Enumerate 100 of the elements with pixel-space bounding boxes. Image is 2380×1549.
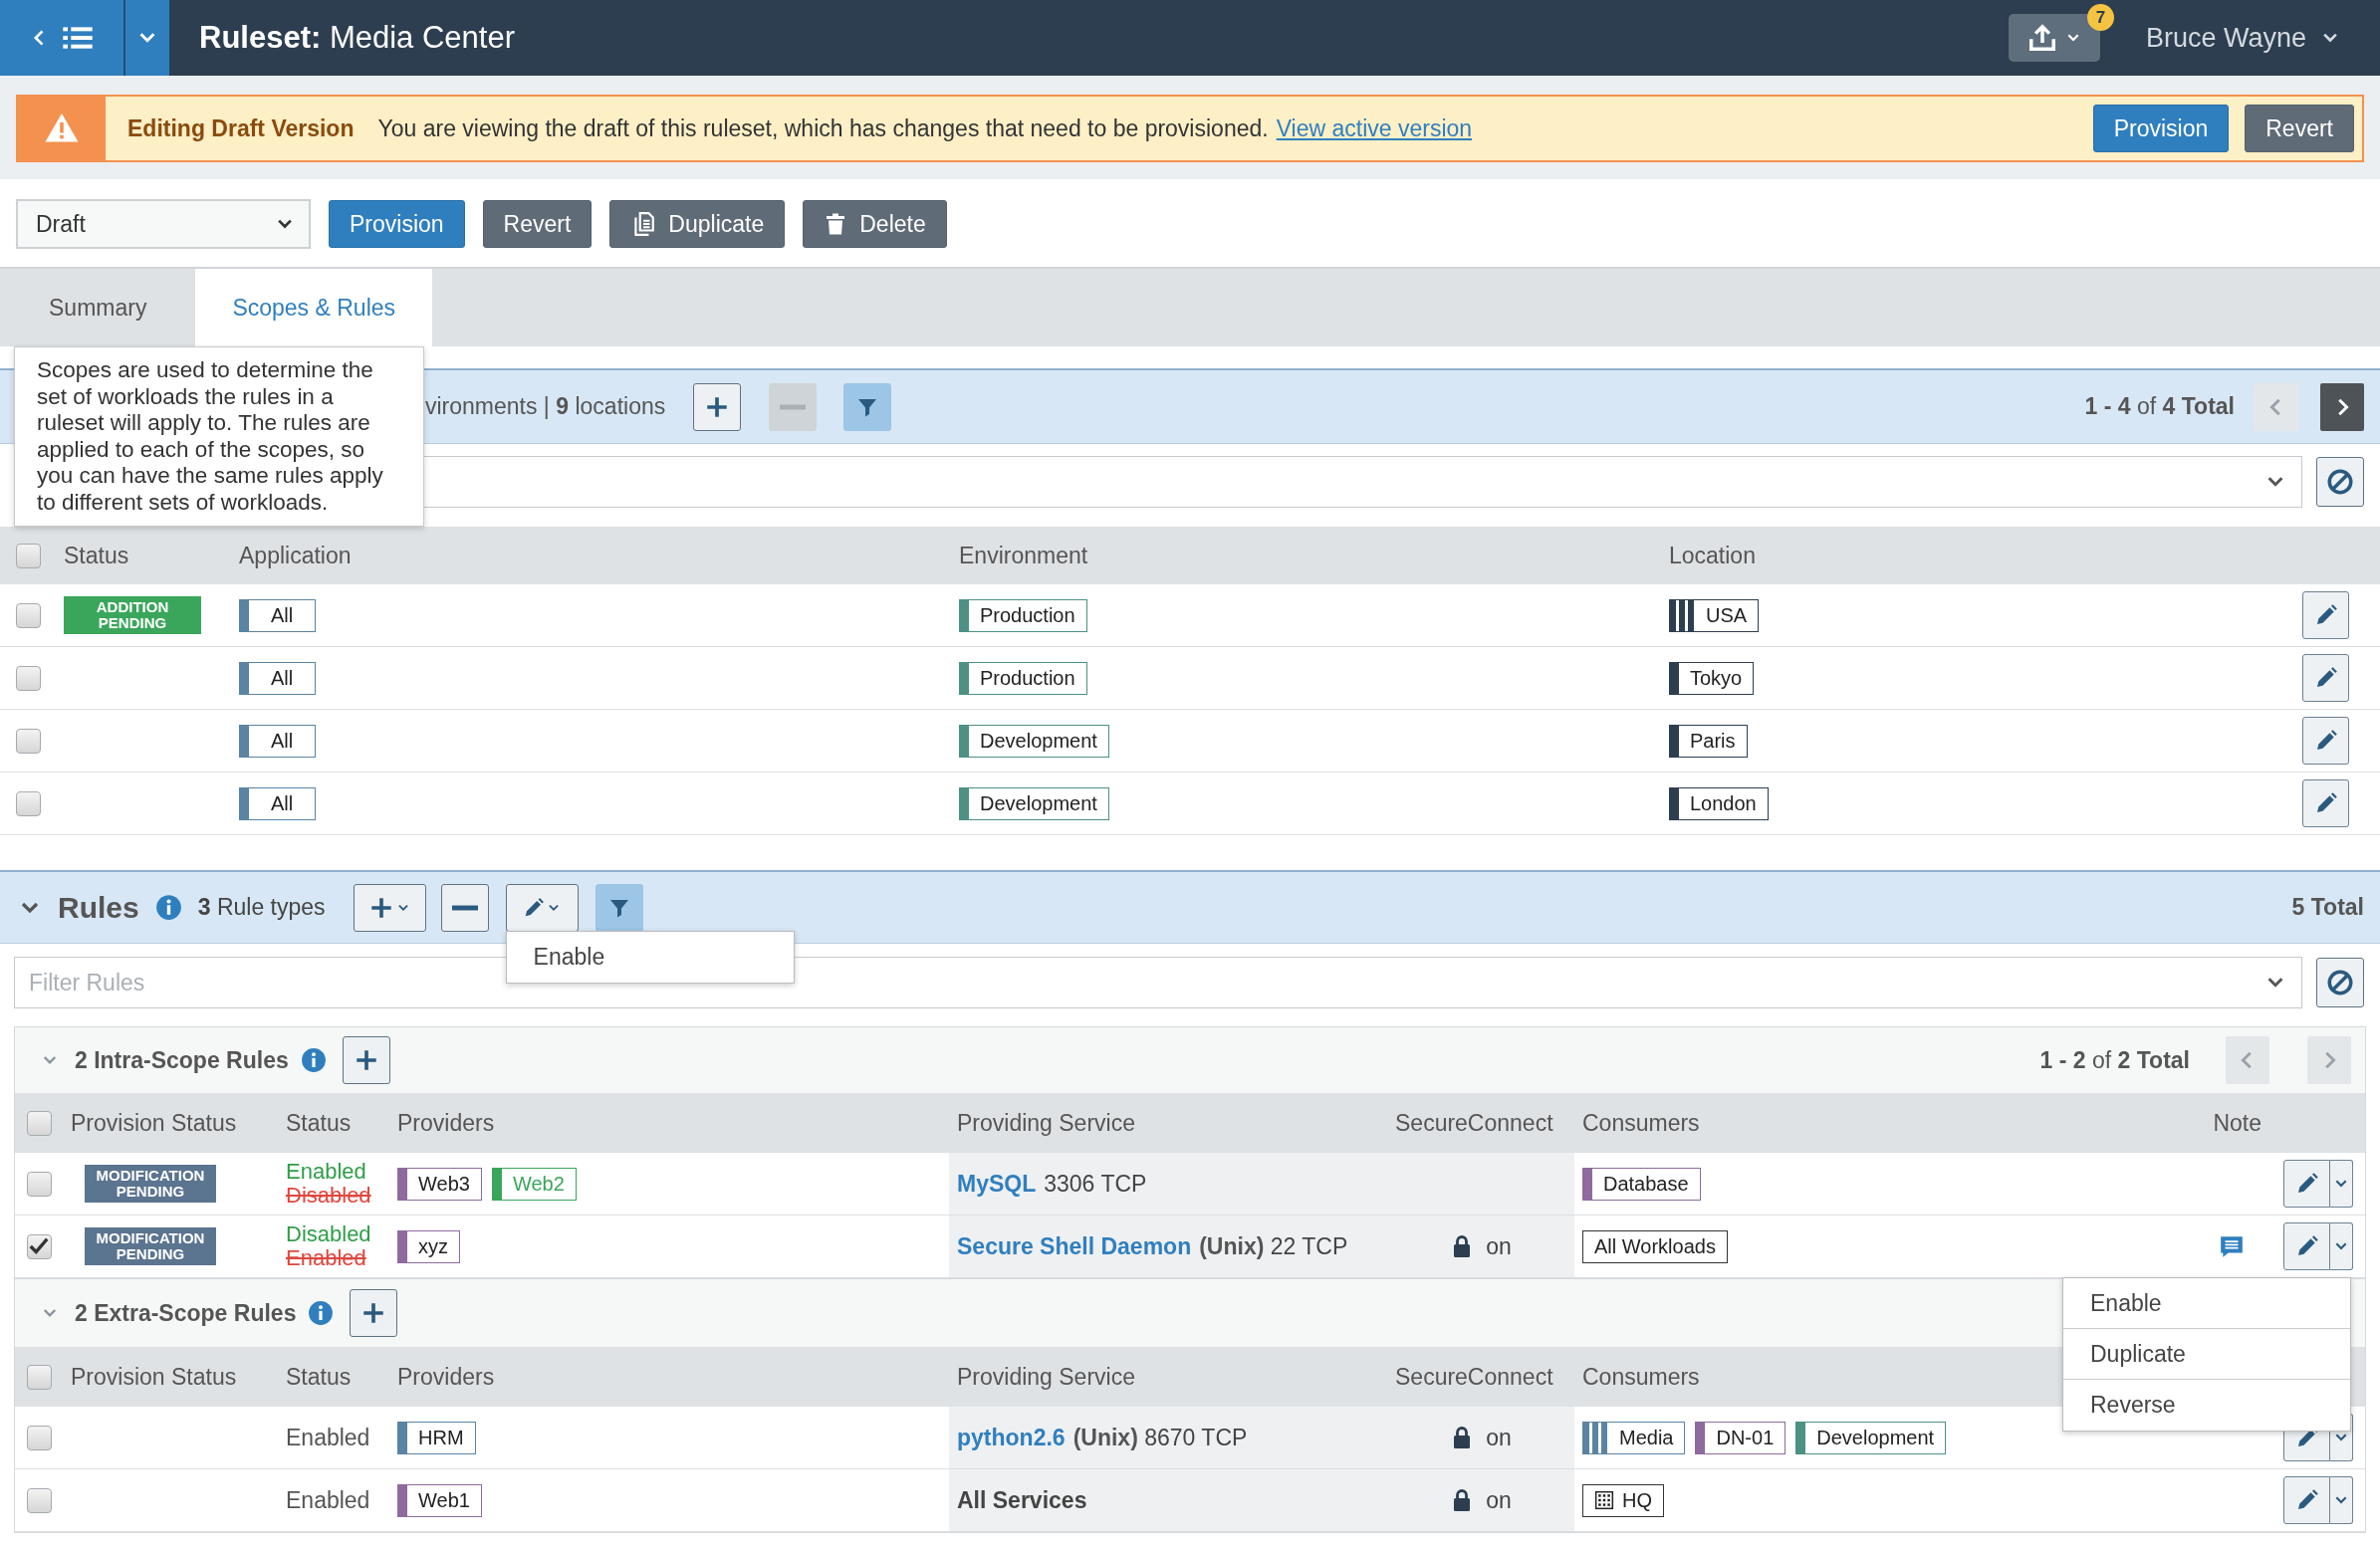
column-header: Providing Service — [957, 1108, 1135, 1138]
filter-button[interactable] — [843, 382, 892, 431]
provider-tag: Web3 — [397, 1167, 482, 1201]
pagination-count: 1 - 2 of 2 Total — [2039, 1045, 2190, 1075]
tab[interactable]: Scopes & Rules — [195, 269, 433, 346]
environment-tag: Development — [959, 786, 1109, 820]
column-header: Note — [2213, 1108, 2261, 1138]
add-menu-button[interactable] — [353, 883, 426, 932]
user-menu[interactable]: Bruce Wayne — [2139, 16, 2346, 60]
status-badge: MODIFICATION PENDING — [85, 1227, 216, 1265]
menu-item[interactable]: Enable — [2063, 1278, 2350, 1329]
version-select[interactable]: Draft — [16, 199, 311, 249]
add-button[interactable] — [350, 1289, 398, 1337]
pencil-icon — [523, 896, 546, 919]
location-tag: USA — [1669, 598, 1760, 632]
rule-types-summary: 3 Rule types — [197, 893, 326, 923]
service-port: 3306 TCP — [1044, 1169, 1147, 1199]
checkbox[interactable] — [26, 1110, 52, 1136]
next-page-button[interactable] — [2320, 382, 2364, 431]
section-title: Rules — [58, 890, 139, 926]
actions-dropdown-button[interactable] — [2330, 1476, 2353, 1524]
previous-status-text: Enabled — [286, 1246, 367, 1271]
edit-button[interactable] — [2302, 654, 2349, 702]
remove-button[interactable] — [440, 883, 489, 932]
status-text: Enabled — [286, 1159, 367, 1184]
edit-button[interactable] — [2302, 717, 2349, 765]
edit-button[interactable] — [2302, 779, 2349, 827]
edit-button[interactable] — [2283, 1160, 2330, 1208]
revert-button[interactable]: Revert — [482, 200, 593, 248]
provision-button[interactable]: Provision — [329, 200, 465, 248]
checkbox[interactable] — [26, 1425, 52, 1450]
minus-icon — [451, 904, 478, 911]
menu-item[interactable]: Enable — [506, 931, 794, 983]
checkbox[interactable] — [15, 728, 41, 754]
edit-button[interactable] — [2283, 1476, 2330, 1524]
provider-tag: xyz — [397, 1229, 460, 1263]
checkbox[interactable] — [15, 602, 41, 628]
column-header: Provision Status — [71, 1108, 237, 1138]
application-tag: All — [239, 598, 317, 632]
checkbox[interactable] — [15, 790, 41, 816]
service-port: (Unix) 22 TCP — [1199, 1231, 1348, 1261]
view-active-version-link[interactable]: View active version — [1276, 111, 1473, 146]
checkbox[interactable] — [26, 1487, 52, 1513]
actions-dropdown-button[interactable] — [2330, 1160, 2353, 1208]
tab[interactable]: Summary — [0, 269, 196, 346]
edit-button[interactable] — [2302, 591, 2349, 639]
location-tag: Paris — [1669, 724, 1748, 758]
column-header: SecureConnect — [1395, 1108, 1553, 1138]
service-port: (Unix) 8670 TCP — [1072, 1423, 1248, 1452]
revert-button[interactable]: Revert — [2245, 105, 2354, 152]
provider-tag: HRM — [397, 1421, 476, 1454]
column-header: Location — [1669, 541, 1756, 570]
delete-button[interactable]: Delete — [803, 200, 947, 248]
filter-button[interactable] — [595, 883, 643, 932]
clear-filter-button[interactable] — [2316, 958, 2364, 1007]
application-tag: All — [239, 786, 317, 820]
checkbox[interactable] — [26, 1364, 52, 1390]
column-header: Status — [64, 541, 129, 570]
menu-item[interactable]: Reverse — [2063, 1380, 2350, 1431]
column-header: Providers — [397, 1362, 495, 1392]
secure-connect-status: on — [1486, 1423, 1512, 1452]
provision-button[interactable]: Provision — [2092, 105, 2230, 152]
menu-item[interactable]: Duplicate — [2063, 1329, 2350, 1380]
service-link[interactable]: MySQL — [957, 1166, 1037, 1202]
checkbox[interactable] — [15, 665, 41, 691]
consumer-tag: All Workloads — [1582, 1229, 1728, 1263]
column-header: Environment — [959, 541, 1088, 570]
status-text: Disabled — [286, 1221, 371, 1246]
navigation-button[interactable] — [0, 0, 123, 76]
add-button[interactable] — [342, 1036, 390, 1084]
status-badge: MODIFICATION PENDING — [85, 1165, 216, 1203]
checkbox[interactable] — [26, 1233, 52, 1259]
service-link[interactable]: python2.6 — [957, 1420, 1066, 1455]
column-header: Status — [286, 1108, 352, 1138]
edit-button[interactable] — [2283, 1222, 2330, 1270]
status-text: Enabled — [286, 1485, 370, 1515]
add-button[interactable] — [693, 382, 742, 431]
service-link[interactable]: Secure Shell Daemon — [957, 1228, 1192, 1264]
secure-connect-status: on — [1486, 1231, 1512, 1261]
status-text: Enabled — [286, 1423, 370, 1452]
checkbox[interactable] — [26, 1171, 52, 1197]
notification-badge: 7 — [2086, 4, 2114, 31]
tooltip: Scopes are used to determine the set of workloads the rules in a ruleset will apply to. The rules are applied to each of the scopes, so you can have the same rules apply to different sets of workloads. — [14, 346, 424, 527]
check-icon — [28, 1235, 50, 1257]
consumer-tag: Development — [1795, 1421, 1947, 1454]
status-badge: ADDITION PENDING — [64, 596, 201, 634]
edit-menu-button[interactable] — [505, 883, 579, 932]
column-header: SecureConnect — [1395, 1362, 1553, 1392]
clear-filter-button[interactable] — [2316, 457, 2364, 507]
scope-summary: vironments | 9 locations — [425, 392, 666, 422]
clear-icon — [2325, 467, 2355, 497]
info-icon — [300, 1047, 327, 1073]
checkbox[interactable] — [15, 543, 41, 568]
pagination-count: 1 - 4 of 4 Total — [2084, 392, 2235, 422]
page-title: Ruleset: Media Center — [199, 18, 516, 57]
secure-connect-status: on — [1486, 1485, 1512, 1515]
column-header: Status — [286, 1362, 352, 1392]
duplicate-button[interactable]: Duplicate — [609, 200, 786, 248]
environment-tag: Production — [959, 598, 1087, 632]
actions-dropdown-button[interactable] — [2330, 1222, 2353, 1270]
